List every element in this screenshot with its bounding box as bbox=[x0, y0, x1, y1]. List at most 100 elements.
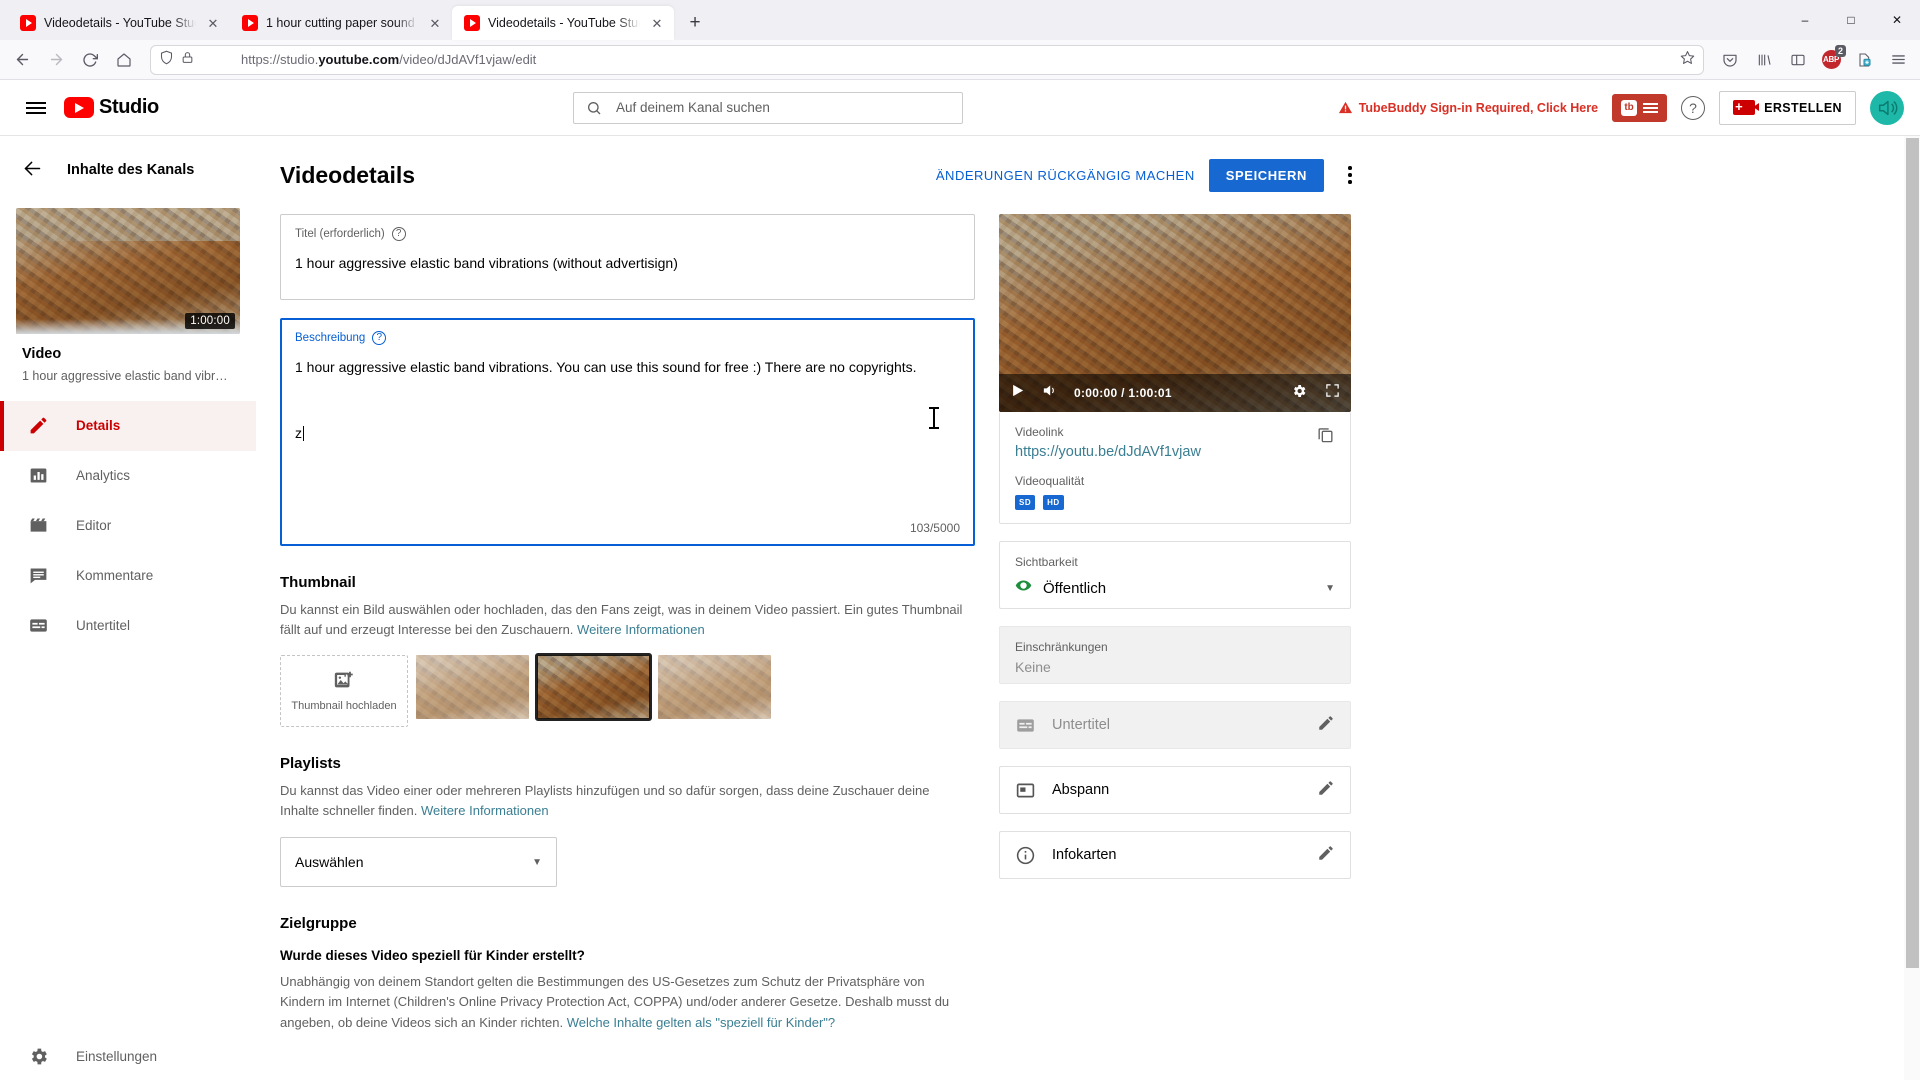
playlist-select[interactable]: Auswählen ▼ bbox=[280, 837, 557, 888]
back-label: Inhalte des Kanals bbox=[67, 162, 195, 178]
thumbnail-option[interactable] bbox=[416, 654, 529, 719]
save-to-device-icon[interactable] bbox=[1848, 44, 1880, 76]
browser-tab-active[interactable]: Videodetails - YouTube Studio ✕ bbox=[452, 6, 674, 40]
close-icon[interactable]: ✕ bbox=[426, 14, 444, 32]
pencil-icon[interactable] bbox=[1317, 779, 1335, 801]
sidebar-video-thumbnail[interactable]: 1:00:00 bbox=[16, 208, 240, 334]
browser-tab[interactable]: 1 hour cutting paper sound (wit ✕ bbox=[230, 6, 452, 40]
shield-icon[interactable] bbox=[159, 50, 174, 70]
visibility-panel[interactable]: Sichtbarkeit Öffentlich ▼ bbox=[999, 541, 1351, 609]
back-arrow-icon[interactable] bbox=[22, 158, 43, 183]
sidebar-item-subtitles[interactable]: Untertitel bbox=[0, 601, 256, 651]
page-actions: ÄNDERUNGEN RÜCKGÄNGIG MACHEN SPEICHERN bbox=[936, 158, 1362, 192]
sidebar-item-analytics[interactable]: Analytics bbox=[0, 451, 256, 501]
sidebar: Inhalte des Kanals 1:00:00 Video 1 hour … bbox=[0, 136, 256, 1080]
sidebar-item-details[interactable]: Details bbox=[0, 401, 256, 451]
video-player[interactable]: 0:00:00 / 1:00:01 bbox=[999, 214, 1351, 412]
maximize-button[interactable]: □ bbox=[1828, 0, 1874, 40]
forward-icon[interactable] bbox=[40, 44, 72, 76]
help-icon[interactable]: ? bbox=[372, 331, 387, 345]
address-bar[interactable]: https://studio.youtube.com/video/dJdAVf1… bbox=[150, 44, 1704, 75]
search-box[interactable] bbox=[573, 91, 963, 124]
home-icon[interactable] bbox=[108, 44, 140, 76]
description-line-2[interactable]: z bbox=[295, 425, 960, 442]
tubebuddy-menu-icon bbox=[1643, 102, 1659, 113]
volume-icon[interactable] bbox=[1041, 382, 1058, 404]
thumbnail-option[interactable] bbox=[658, 654, 771, 719]
browser-tab[interactable]: Videodetails - YouTube Studio ✕ bbox=[8, 6, 230, 40]
menu-icon[interactable] bbox=[24, 96, 48, 120]
chevron-down-icon[interactable]: ▼ bbox=[1325, 583, 1335, 594]
help-icon[interactable]: ? bbox=[391, 227, 406, 241]
scrollbar-thumb[interactable] bbox=[1906, 138, 1919, 968]
save-button[interactable]: SPEICHERN bbox=[1208, 158, 1324, 192]
upload-thumbnail-button[interactable]: Thumbnail hochladen bbox=[280, 654, 408, 727]
copy-icon[interactable] bbox=[1316, 425, 1335, 449]
minimize-button[interactable]: – bbox=[1782, 0, 1828, 40]
close-icon[interactable]: ✕ bbox=[204, 14, 222, 32]
url-text[interactable]: https://studio.youtube.com/video/dJdAVf1… bbox=[201, 52, 1673, 67]
search-icon bbox=[586, 100, 602, 116]
tubebuddy-alert-text: TubeBuddy Sign-in Required, Click Here bbox=[1358, 100, 1599, 115]
lock-icon[interactable] bbox=[181, 51, 194, 69]
audience-learn-more-link[interactable]: Welche Inhalte gelten als "speziell für … bbox=[567, 1015, 835, 1030]
playlists-section-title: Playlists bbox=[280, 754, 341, 772]
visibility-row: Öffentlich ▼ bbox=[1015, 577, 1335, 599]
help-icon[interactable]: ? bbox=[1681, 95, 1706, 120]
library-icon[interactable] bbox=[1748, 44, 1780, 76]
back-to-channel-content[interactable]: Inhalte des Kanals bbox=[0, 150, 256, 190]
bookmark-star-icon[interactable] bbox=[1680, 50, 1695, 69]
close-icon[interactable]: ✕ bbox=[648, 14, 666, 32]
page-scrollbar[interactable] bbox=[1904, 136, 1920, 1080]
studio-logo-text: Studio bbox=[99, 96, 159, 118]
playlists-learn-more-link[interactable]: Weitere Informationen bbox=[421, 803, 549, 818]
tubebuddy-button[interactable]: tb bbox=[1612, 93, 1668, 122]
sidebar-item-editor[interactable]: Editor bbox=[0, 501, 256, 551]
endscreen-row[interactable]: Abspann bbox=[999, 766, 1351, 814]
character-count: 103/5000 bbox=[909, 521, 960, 535]
app-menu-icon[interactable] bbox=[1882, 44, 1914, 76]
subtitles-icon bbox=[1015, 715, 1036, 736]
page-header: Videodetails ÄNDERUNGEN RÜCKGÄNGIG MACHE… bbox=[280, 154, 1362, 196]
window-controls: – □ ✕ bbox=[1782, 0, 1920, 40]
thumbnail-option-selected[interactable] bbox=[535, 652, 652, 721]
reload-icon[interactable] bbox=[74, 44, 106, 76]
studio-logo[interactable]: Studio bbox=[64, 96, 159, 119]
description-field[interactable]: Beschreibung ? 1 hour aggressive elastic… bbox=[280, 318, 975, 546]
sidebar-item-settings[interactable]: Einstellungen bbox=[0, 1032, 256, 1080]
fullscreen-icon[interactable] bbox=[1325, 383, 1340, 403]
clapperboard-icon bbox=[28, 515, 50, 537]
endscreen-icon bbox=[1015, 780, 1036, 801]
close-window-button[interactable]: ✕ bbox=[1874, 0, 1920, 40]
thumbnail-options: Thumbnail hochladen bbox=[280, 652, 975, 727]
play-icon[interactable] bbox=[1010, 383, 1025, 403]
description-line-1[interactable]: 1 hour aggressive elastic band vibration… bbox=[295, 357, 960, 377]
create-button-label: ERSTELLEN bbox=[1764, 100, 1842, 115]
sidebar-item-comments[interactable]: Kommentare bbox=[0, 551, 256, 601]
title-field-value[interactable]: 1 hour aggressive elastic band vibration… bbox=[295, 253, 960, 273]
avatar[interactable] bbox=[1870, 90, 1904, 125]
thumbnail-learn-more-link[interactable]: Weitere Informationen bbox=[577, 622, 705, 637]
video-link-value[interactable]: https://youtu.be/dJdAVf1vjaw bbox=[1015, 444, 1201, 460]
tubebuddy-alert[interactable]: TubeBuddy Sign-in Required, Click Here bbox=[1338, 100, 1598, 115]
pencil-icon[interactable] bbox=[1317, 844, 1335, 866]
adblock-plus-icon[interactable]: ABP 2 bbox=[1816, 44, 1846, 75]
chevron-down-icon: ▼ bbox=[532, 856, 542, 868]
create-button[interactable]: ERSTELLEN bbox=[1719, 90, 1856, 125]
new-tab-button[interactable]: + bbox=[680, 8, 710, 38]
pencil-icon[interactable] bbox=[1317, 714, 1335, 736]
undo-changes-button[interactable]: ÄNDERUNGEN RÜCKGÄNGIG MACHEN bbox=[936, 168, 1195, 183]
more-options-icon[interactable] bbox=[1338, 166, 1362, 184]
subtitles-row[interactable]: Untertitel bbox=[999, 701, 1351, 749]
title-field[interactable]: Titel (erforderlich) ? 1 hour aggressive… bbox=[280, 214, 975, 300]
infocards-row[interactable]: Infokarten bbox=[999, 831, 1351, 879]
pocket-icon[interactable] bbox=[1714, 44, 1746, 76]
video-camera-icon bbox=[1733, 98, 1760, 115]
preview-column: 0:00:00 / 1:00:01 Videolink https://yout… bbox=[999, 214, 1351, 1033]
player-controls: 0:00:00 / 1:00:01 bbox=[999, 374, 1351, 412]
search-input[interactable] bbox=[616, 100, 950, 115]
back-icon[interactable] bbox=[6, 44, 38, 76]
tab-title: Videodetails - YouTube Studio bbox=[44, 16, 196, 30]
settings-gear-icon[interactable] bbox=[1291, 383, 1307, 404]
sidebar-icon[interactable] bbox=[1782, 44, 1814, 76]
